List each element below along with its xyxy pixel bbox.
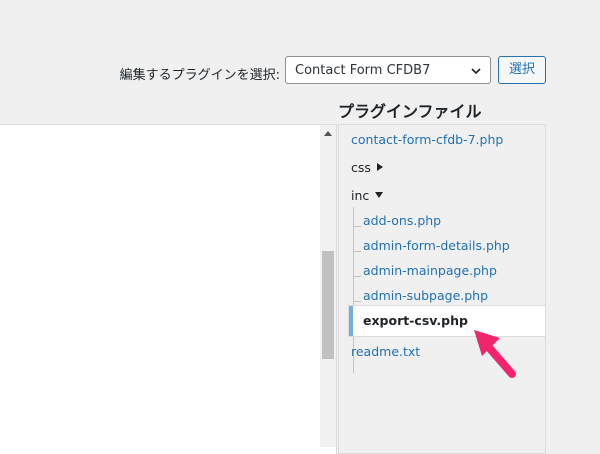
tree-guide-tick bbox=[353, 226, 361, 227]
file-link-admin-form-details[interactable]: admin-form-details.php bbox=[363, 238, 510, 253]
code-editor[interactable] bbox=[0, 124, 337, 454]
folder-label: inc bbox=[351, 188, 370, 203]
plugin-select-dropdown[interactable]: Contact Form CFDB7 bbox=[285, 56, 491, 84]
folder-css[interactable]: css bbox=[351, 160, 383, 175]
plugin-select-row: 編集するプラグインを選択: Contact Form CFDB7 選択 bbox=[0, 56, 600, 86]
file-link-readme[interactable]: readme.txt bbox=[351, 344, 420, 359]
select-button[interactable]: 選択 bbox=[498, 56, 546, 84]
tree-guide-tick bbox=[353, 301, 361, 302]
arrow-pointer-icon bbox=[474, 330, 516, 378]
plugin-select-value: Contact Form CFDB7 bbox=[295, 63, 431, 78]
folder-inc[interactable]: inc bbox=[351, 188, 384, 203]
scrollbar-thumb[interactable] bbox=[322, 251, 334, 359]
triangle-right-icon bbox=[376, 163, 383, 171]
file-link-admin-subpage[interactable]: admin-subpage.php bbox=[363, 288, 488, 303]
triangle-down-icon bbox=[375, 192, 384, 198]
chevron-down-icon bbox=[471, 68, 481, 75]
folder-label: css bbox=[351, 160, 371, 175]
file-link-admin-mainpage[interactable]: admin-mainpage.php bbox=[363, 263, 497, 278]
tree-guide-tick bbox=[353, 276, 361, 277]
plugin-files-heading: プラグインファイル bbox=[338, 102, 482, 121]
scroll-up-icon[interactable] bbox=[324, 131, 332, 136]
tree-guide-tick bbox=[353, 251, 361, 252]
plugin-file-tree: contact-form-cfdb-7.php css inc add-ons.… bbox=[338, 124, 546, 454]
file-link-contact-form-cfdb-7[interactable]: contact-form-cfdb-7.php bbox=[351, 132, 503, 147]
editor-scrollbar[interactable] bbox=[320, 125, 336, 447]
plugin-select-label: 編集するプラグインを選択: bbox=[119, 68, 280, 83]
file-link-add-ons[interactable]: add-ons.php bbox=[363, 213, 441, 228]
active-file-label: export-csv.php bbox=[363, 313, 468, 328]
